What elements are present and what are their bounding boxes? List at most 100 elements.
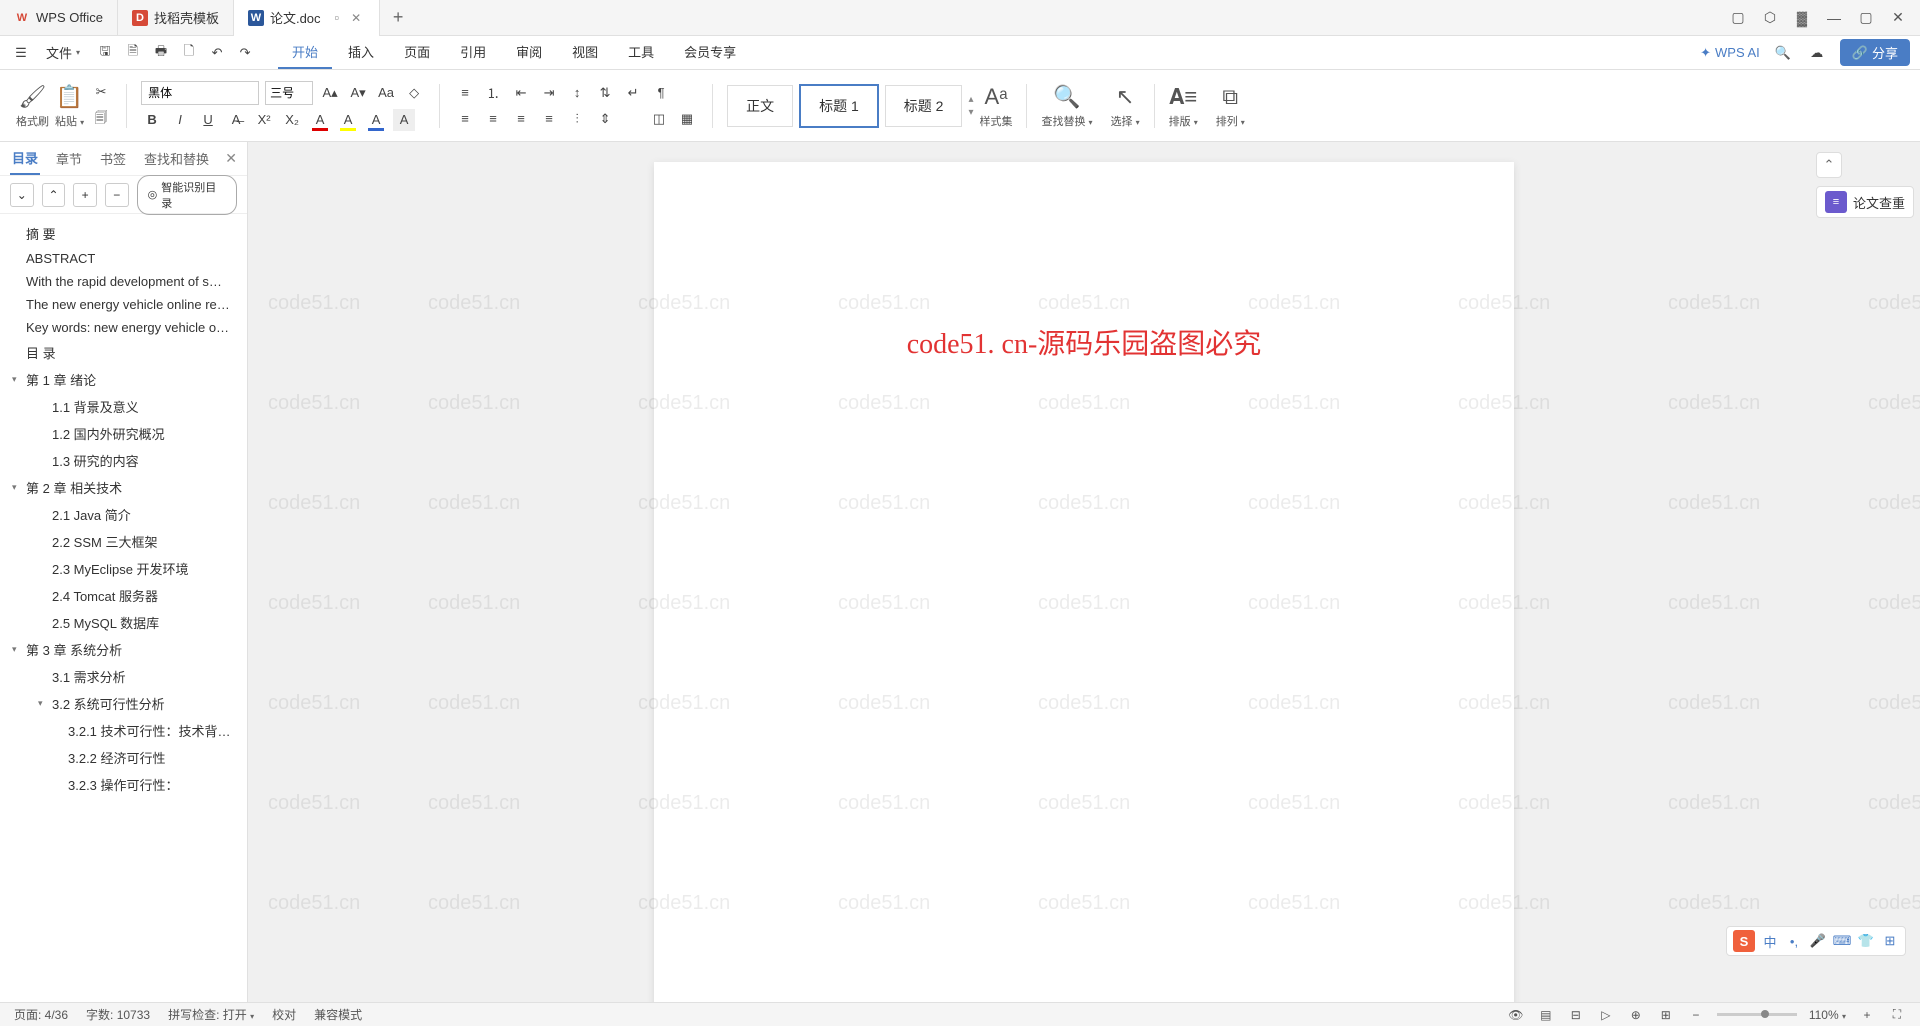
toc-item[interactable]: 摘 要: [0, 220, 247, 247]
distribute-icon[interactable]: ⫶: [566, 108, 588, 130]
increase-indent-icon[interactable]: ⇥: [538, 82, 560, 104]
web-view-icon[interactable]: ⊕: [1627, 1006, 1645, 1024]
zoom-in-button[interactable]: +: [1858, 1006, 1876, 1024]
collapse-up-button[interactable]: ⌃: [42, 183, 66, 207]
toc-item[interactable]: 2.1 Java 简介: [0, 501, 247, 528]
text-effect-button[interactable]: A: [365, 109, 387, 131]
layout-icon[interactable]: 𝐀≡: [1169, 83, 1197, 111]
chevron-down-icon[interactable]: ▾: [12, 374, 26, 385]
ime-keyboard-icon[interactable]: ⌨: [1833, 932, 1851, 950]
toc-item[interactable]: The new energy vehicle online re…: [0, 293, 247, 316]
align-right-icon[interactable]: ≡: [510, 108, 532, 130]
toc-item[interactable]: 2.5 MySQL 数据库: [0, 609, 247, 636]
paste-icon[interactable]: 📋: [56, 83, 84, 111]
align-center-icon[interactable]: ≡: [482, 108, 504, 130]
add-toc-button[interactable]: +: [73, 183, 97, 207]
close-sidebar-icon[interactable]: ✕: [225, 150, 237, 167]
save-icon[interactable]: 🖫: [94, 42, 116, 64]
style-heading-2[interactable]: 标题 2: [885, 85, 963, 127]
font-color-button[interactable]: A: [309, 109, 331, 131]
copy-icon[interactable]: 🗐: [90, 109, 112, 131]
borders-icon[interactable]: ▦: [676, 108, 698, 130]
toc-item[interactable]: 3.2.1 技术可行性：技术背景 …: [0, 717, 247, 744]
shading-icon[interactable]: ◫: [648, 108, 670, 130]
remove-toc-button[interactable]: −: [105, 183, 129, 207]
sort-icon[interactable]: ⇅: [594, 82, 616, 104]
document-area[interactable]: code51. cn-源码乐园盗图必究 code51.cncode51.cnco…: [248, 142, 1920, 1002]
export-icon[interactable]: 🗎: [122, 42, 144, 64]
minimize-button[interactable]: —: [1824, 8, 1844, 28]
menu-tab-视图[interactable]: 视图: [558, 36, 612, 69]
line-break-icon[interactable]: ↵: [622, 82, 644, 104]
font-size-select[interactable]: [265, 81, 313, 105]
change-case-icon[interactable]: Aa: [375, 82, 397, 104]
app-box-icon[interactable]: ▢: [1728, 8, 1748, 28]
highlight-button[interactable]: A: [337, 109, 359, 131]
ime-skin-icon[interactable]: 👕: [1857, 932, 1875, 950]
page-indicator[interactable]: 页面: 4/36: [14, 1006, 68, 1023]
line-spacing-icon[interactable]: ⇕: [594, 108, 616, 130]
sidebar-tab-目录[interactable]: 目录: [10, 142, 40, 175]
chevron-down-icon[interactable]: ▾: [38, 698, 52, 709]
print-preview-icon[interactable]: 🗋: [178, 42, 200, 64]
arrange-icon[interactable]: ⧉: [1216, 83, 1244, 111]
grid-view-icon[interactable]: ⊞: [1657, 1006, 1675, 1024]
toc-item[interactable]: 1.3 研究的内容: [0, 447, 247, 474]
ime-toolbox-icon[interactable]: ⊞: [1881, 932, 1899, 950]
toc-item[interactable]: Key words: new energy vehicle o…: [0, 316, 247, 339]
toc-item[interactable]: ▾第 3 章 系统分析: [0, 636, 247, 663]
cloud-icon[interactable]: ☁: [1806, 42, 1828, 64]
bullet-list-icon[interactable]: ≡: [454, 82, 476, 104]
ime-mic-icon[interactable]: 🎤: [1809, 932, 1827, 950]
increase-font-icon[interactable]: A▴: [319, 82, 341, 104]
ime-toolbar[interactable]: S 中 •, 🎤 ⌨ 👕 ⊞: [1726, 926, 1906, 956]
print-icon[interactable]: 🖶: [150, 42, 172, 64]
toc-item[interactable]: 2.3 MyEclipse 开发环境: [0, 555, 247, 582]
menu-tab-审阅[interactable]: 审阅: [502, 36, 556, 69]
show-marks-icon[interactable]: ¶: [650, 82, 672, 104]
file-menu-button[interactable]: 文件▾: [38, 39, 88, 66]
sidebar-tab-书签[interactable]: 书签: [98, 143, 128, 174]
style-scroll-down[interactable]: ▾: [968, 107, 973, 118]
proof-status[interactable]: 校对: [272, 1006, 296, 1023]
zoom-out-button[interactable]: −: [1687, 1006, 1705, 1024]
superscript-button[interactable]: X²: [253, 109, 275, 131]
eye-icon[interactable]: 👁: [1507, 1006, 1525, 1024]
read-view-icon[interactable]: ▷: [1597, 1006, 1615, 1024]
close-tab-icon[interactable]: ✕: [351, 11, 365, 25]
tab-templates[interactable]: D找稻壳模板: [118, 0, 234, 36]
format-painter-icon[interactable]: 🖌: [19, 83, 47, 111]
styles-icon[interactable]: Aᵃ: [982, 83, 1010, 111]
undo-icon[interactable]: ↶: [206, 42, 228, 64]
align-left-icon[interactable]: ≡: [454, 108, 476, 130]
page-view-icon[interactable]: ▤: [1537, 1006, 1555, 1024]
tab-document[interactable]: W论文.doc▫✕: [234, 0, 380, 36]
zoom-slider[interactable]: [1717, 1013, 1797, 1016]
expand-down-button[interactable]: ⌄: [10, 183, 34, 207]
plagiarism-check-button[interactable]: ≡ 论文查重: [1816, 186, 1914, 218]
text-direction-icon[interactable]: ↕: [566, 82, 588, 104]
toc-item[interactable]: ▾第 1 章 绪论: [0, 366, 247, 393]
menu-tab-开始[interactable]: 开始: [278, 36, 332, 69]
compat-mode[interactable]: 兼容模式: [314, 1006, 362, 1023]
ime-punct-icon[interactable]: •,: [1785, 932, 1803, 950]
toc-item[interactable]: 2.2 SSM 三大框架: [0, 528, 247, 555]
spell-check-status[interactable]: 拼写检查: 打开 ▾: [168, 1006, 254, 1023]
share-button[interactable]: 🔗 分享: [1840, 39, 1910, 66]
decrease-font-icon[interactable]: A▾: [347, 82, 369, 104]
clear-format-icon[interactable]: ◇: [403, 82, 425, 104]
avatar-icon[interactable]: ▓: [1792, 8, 1812, 28]
menu-tab-插入[interactable]: 插入: [334, 36, 388, 69]
toc-item[interactable]: 3.2.3 操作可行性：: [0, 771, 247, 798]
menu-tab-会员专享[interactable]: 会员专享: [670, 36, 750, 69]
maximize-button[interactable]: ▢: [1856, 8, 1876, 28]
menu-tab-工具[interactable]: 工具: [614, 36, 668, 69]
justify-icon[interactable]: ≡: [538, 108, 560, 130]
font-name-select[interactable]: [141, 81, 259, 105]
cube-icon[interactable]: ⬡: [1760, 8, 1780, 28]
expand-right-icon[interactable]: ⌃: [1816, 152, 1842, 178]
ime-lang[interactable]: 中: [1761, 932, 1779, 950]
cut-icon[interactable]: ✂: [90, 81, 112, 103]
smart-toc-button[interactable]: ◎ 智能识别目录: [137, 175, 237, 215]
outline-view-icon[interactable]: ⊟: [1567, 1006, 1585, 1024]
